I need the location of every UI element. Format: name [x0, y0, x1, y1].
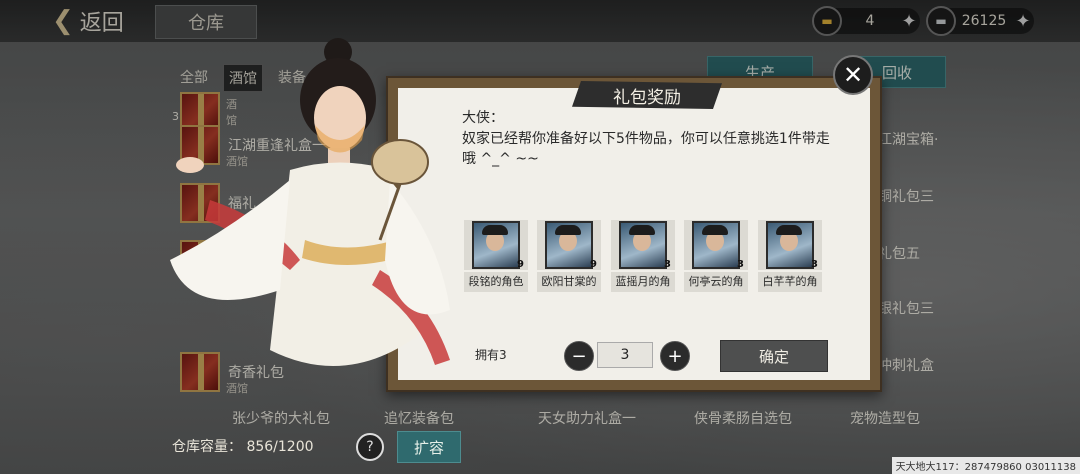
- quantity-input[interactable]: 3: [597, 342, 653, 368]
- reward-qty: 3: [737, 259, 744, 270]
- minus-icon[interactable]: −: [564, 341, 594, 371]
- confirm-button[interactable]: 确定: [720, 340, 828, 372]
- reward-option[interactable]: 3 蓝摇月的角: [611, 220, 675, 292]
- dialog-message: 奴家已经帮你准备好以下5件物品，你可以任意挑选1件带走哦 ^_^ ~~: [462, 131, 830, 167]
- reward-name: 段铭的角色: [464, 272, 528, 292]
- watermark-text: 天大地大117：287479860 03011138: [891, 457, 1080, 474]
- help-icon[interactable]: ?: [356, 433, 384, 461]
- character-portrait-icon: [692, 221, 740, 269]
- character-portrait-icon: [472, 221, 520, 269]
- maiden-character-illustration: [170, 38, 450, 366]
- reward-option[interactable]: 3 白芊芊的角: [758, 220, 822, 292]
- character-portrait-icon: [619, 221, 667, 269]
- reward-option[interactable]: 3 何亭云的角: [684, 220, 748, 292]
- reward-qty: 3: [664, 259, 671, 270]
- storage-value: 856/1200: [246, 439, 314, 455]
- character-portrait-icon: [545, 221, 593, 269]
- dialog-title: 礼包奖励: [572, 81, 722, 109]
- close-icon[interactable]: ✕: [833, 55, 873, 95]
- owned-count: 拥有3: [475, 348, 507, 362]
- reward-qty: 9: [517, 259, 524, 270]
- character-portrait-icon: [766, 221, 814, 269]
- reward-option[interactable]: 9 欧阳甘棠的: [537, 220, 601, 292]
- expand-button[interactable]: 扩容: [397, 431, 461, 463]
- reward-name: 何亭云的角: [684, 272, 748, 292]
- storage-label: 仓库容量：: [172, 439, 242, 455]
- plus-icon[interactable]: +: [660, 341, 690, 371]
- reward-name: 欧阳甘棠的: [537, 272, 601, 292]
- storage-capacity: 仓库容量： 856/1200: [172, 436, 314, 456]
- reward-option[interactable]: 9 段铭的角色: [464, 220, 528, 292]
- reward-qty: 9: [590, 259, 597, 270]
- reward-name: 蓝摇月的角: [611, 272, 675, 292]
- reward-qty: 3: [811, 259, 818, 270]
- reward-name: 白芊芊的角: [758, 272, 822, 292]
